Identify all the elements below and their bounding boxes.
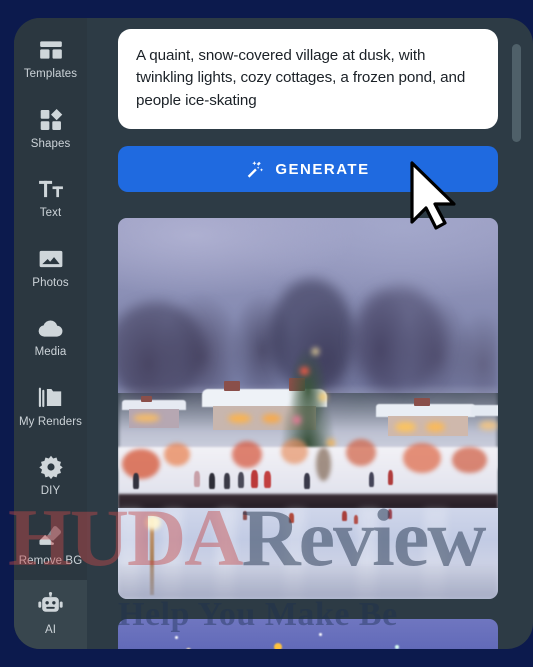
sidebar-item-photos[interactable]: Photos (14, 232, 87, 301)
shapes-icon (37, 106, 65, 134)
magic-wand-icon (246, 160, 265, 179)
main-panel: A quaint, snow-covered village at dusk, … (87, 18, 533, 649)
sidebar-item-my-renders[interactable]: My Renders (14, 371, 87, 440)
sidebar-label-media: Media (34, 346, 67, 359)
sidebar-label-remove-bg: Remove BG (18, 554, 83, 567)
app-shell: Templates Shapes Text Photos Media My Re… (14, 18, 533, 649)
sidebar-label-my-renders: My Renders (19, 415, 82, 428)
sidebar-item-ai[interactable]: AI (14, 579, 87, 649)
sidebar-item-shapes[interactable]: Shapes (14, 93, 87, 162)
sidebar-item-text[interactable]: Text (14, 163, 87, 232)
render-canvas (118, 218, 498, 599)
sidebar-label-text: Text (39, 207, 62, 220)
my-renders-icon (37, 384, 65, 412)
sidebar-label-photos: Photos (32, 276, 69, 289)
app-root: Templates Shapes Text Photos Media My Re… (0, 0, 533, 667)
left-sidebar: Templates Shapes Text Photos Media My Re… (14, 18, 87, 649)
media-upload-icon (37, 314, 65, 342)
result-image-snow-village[interactable] (118, 218, 498, 599)
sidebar-item-remove-bg[interactable]: Remove BG (14, 510, 87, 579)
templates-icon (37, 36, 65, 64)
scrollbar-thumb[interactable] (512, 44, 521, 142)
eraser-icon (37, 523, 65, 551)
sidebar-item-templates[interactable]: Templates (14, 24, 87, 93)
result-image-night-sky[interactable] (118, 619, 498, 649)
sidebar-label-diy: DIY (40, 485, 61, 498)
prompt-input[interactable]: A quaint, snow-covered village at dusk, … (118, 29, 498, 130)
generate-label: GENERATE (275, 160, 370, 178)
sidebar-label-shapes: Shapes (30, 137, 71, 150)
star-field (118, 619, 498, 649)
prompt-text: A quaint, snow-covered village at dusk, … (136, 47, 466, 109)
sidebar-label-ai: AI (44, 623, 57, 636)
results-list (118, 218, 498, 649)
generate-button[interactable]: GENERATE (118, 146, 498, 192)
photos-icon (37, 245, 65, 273)
sidebar-item-diy[interactable]: DIY (14, 441, 87, 510)
gear-icon (37, 453, 65, 481)
sidebar-label-templates: Templates (23, 68, 78, 81)
text-icon (37, 175, 65, 203)
robot-icon (37, 592, 65, 620)
sidebar-item-media[interactable]: Media (14, 302, 87, 371)
